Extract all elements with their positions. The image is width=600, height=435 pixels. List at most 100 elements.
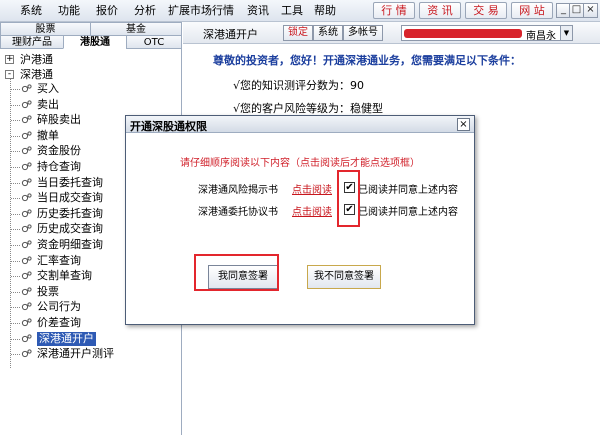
read-link[interactable]: 点击阅读 — [292, 181, 332, 196]
tree-node-label: 沪港通 — [20, 53, 53, 66]
menu-bar: 系统 功能 报价 分析 扩展市场行情 资讯 工具 帮助 行 情 资 讯 交 易 … — [0, 0, 600, 22]
tree-branch-line — [11, 354, 20, 356]
tab-otc[interactable]: OTC — [126, 35, 182, 49]
expand-icon[interactable]: + — [5, 55, 14, 64]
tab-wealth-products[interactable]: 理财产品 — [0, 35, 64, 49]
tree-item-label: 交割单查询 — [37, 269, 92, 283]
tool-icon — [21, 83, 33, 95]
news-button[interactable]: 资 讯 — [419, 2, 461, 19]
tool-icon — [21, 99, 33, 111]
tool-icon — [21, 114, 33, 126]
menu-news[interactable]: 资讯 — [247, 3, 269, 19]
dialog-titlebar[interactable]: 开通深股通权限 × — [126, 116, 474, 133]
tree-item[interactable]: 深港通开户测评 — [0, 347, 180, 361]
tree-item-label: 历史委托查询 — [37, 206, 103, 220]
tree-branch-line — [11, 213, 20, 215]
tool-icon — [21, 255, 33, 267]
account-select[interactable]: 南昌永 ▼ — [401, 25, 573, 42]
tree-item[interactable]: 卖出 — [0, 98, 180, 112]
tree-branch-line — [11, 338, 20, 340]
tree-node-label: 深港通 — [20, 68, 53, 81]
account-text: 南昌永 — [526, 31, 556, 42]
menu-analysis[interactable]: 分析 — [134, 3, 156, 19]
trade-button[interactable]: 交 易 — [465, 2, 507, 19]
dialog-title: 开通深股通权限 — [130, 120, 207, 133]
close-icon[interactable]: × — [457, 118, 470, 131]
document-row-agreement: 深港通委托协议书 点击阅读 ✔ 已阅读并同意上述内容 — [126, 202, 474, 218]
tool-icon — [21, 301, 33, 313]
tree-item-label: 资金股份 — [37, 144, 81, 158]
menu-system[interactable]: 系统 — [20, 3, 42, 19]
tool-icon — [21, 317, 33, 329]
tree-item[interactable]: 深港通开户 — [0, 331, 180, 346]
menu-extended-market[interactable]: 扩展市场行情 — [168, 3, 234, 19]
tree-branch-line — [11, 167, 20, 168]
agree-label: 已阅读并同意上述内容 — [358, 185, 458, 196]
tree-branch-line — [11, 89, 20, 90]
permission-dialog: 开通深股通权限 × 请仔细顺序阅读以下内容（点击阅读后才能点选项框） 深港通风险… — [125, 115, 475, 325]
collapse-icon[interactable]: - — [5, 70, 14, 79]
tab-ganggutong[interactable]: 港股通 — [63, 35, 127, 49]
disagree-sign-button[interactable]: 我不同意签署 — [307, 265, 381, 289]
tree-item-label: 持仓查询 — [37, 160, 81, 173]
menu-tools[interactable]: 工具 — [281, 3, 303, 19]
tree-item-label: 历史成交查询 — [37, 222, 103, 236]
tree-branch-line — [11, 182, 20, 184]
condition-score: √您的知识测评分数为：90 — [233, 79, 365, 92]
document-name: 深港通委托协议书 — [198, 207, 278, 218]
tree-item-label: 公司行为 — [37, 300, 81, 314]
greeting-text: 尊敬的投资者，您好！开通深港通业务，您需要满足以下条件： — [213, 54, 521, 67]
website-button[interactable]: 网 站 — [511, 2, 553, 19]
tool-icon — [21, 239, 33, 251]
quote-button[interactable]: 行 情 — [373, 2, 415, 19]
tree-branch-line — [11, 120, 20, 122]
tool-icon — [21, 130, 33, 142]
document-name: 深港通风险揭示书 — [198, 185, 278, 196]
tab-stock[interactable]: 股票 — [0, 22, 91, 36]
document-row-risk: 深港通风险揭示书 点击阅读 ✔ 已阅读并同意上述内容 — [126, 180, 474, 196]
tree-item-label: 深港通开户 — [37, 331, 96, 346]
maximize-icon[interactable]: □ — [569, 3, 584, 18]
lock-button[interactable]: 锁定 — [283, 25, 313, 41]
tree-node-shengangtong[interactable]: - 深港通 — [0, 68, 180, 82]
tree-item-label: 深港通开户测评 — [37, 347, 114, 361]
tool-icon — [21, 208, 33, 220]
tree-item[interactable]: 买入 — [0, 82, 180, 96]
tool-icon — [21, 192, 33, 204]
tree-item-label: 资金明细查询 — [37, 238, 103, 251]
redaction-mark — [404, 29, 522, 38]
tree-branch-line — [11, 307, 20, 309]
tree-node-hugangtong[interactable]: + 沪港通 — [0, 53, 180, 67]
tool-icon — [21, 286, 33, 298]
chevron-down-icon[interactable]: ▼ — [560, 26, 572, 40]
tool-icon — [21, 145, 33, 157]
menu-function[interactable]: 功能 — [58, 3, 80, 19]
tool-icon — [21, 223, 33, 235]
multi-account-button[interactable]: 多帐号 — [343, 25, 383, 41]
tree-item-label: 汇率查询 — [37, 253, 81, 267]
tool-icon — [21, 348, 33, 360]
tree-branch-line — [11, 229, 20, 231]
tree-branch-line — [11, 135, 20, 137]
read-link[interactable]: 点击阅读 — [292, 203, 332, 218]
tree-branch-line — [11, 291, 20, 293]
tree-item-label: 当日委托查询 — [37, 175, 103, 189]
tool-icon — [21, 161, 33, 173]
tab-fund[interactable]: 基金 — [90, 22, 182, 36]
menu-quote[interactable]: 报价 — [96, 3, 118, 19]
trade-toolbar: 深港通开户 锁定 系统 多帐号 南昌永 ▼ — [183, 22, 600, 44]
tree-branch-line — [11, 276, 20, 278]
tree-branch-line — [11, 260, 20, 262]
system-button[interactable]: 系统 — [313, 25, 343, 41]
tree-item-label: 撤单 — [37, 128, 59, 142]
tool-icon — [21, 270, 33, 282]
tree-item-label: 当日成交查询 — [37, 191, 103, 205]
tree-item-label: 卖出 — [37, 97, 59, 111]
menu-help[interactable]: 帮助 — [314, 3, 336, 19]
condition-risk-level: √您的客户风险等级为：稳健型 — [233, 102, 384, 115]
close-icon[interactable]: × — [583, 3, 598, 18]
tree-item-label: 买入 — [37, 82, 59, 95]
tool-icon — [21, 177, 33, 189]
tree-branch-line — [11, 198, 20, 200]
highlight-box-agree-button — [194, 254, 279, 291]
